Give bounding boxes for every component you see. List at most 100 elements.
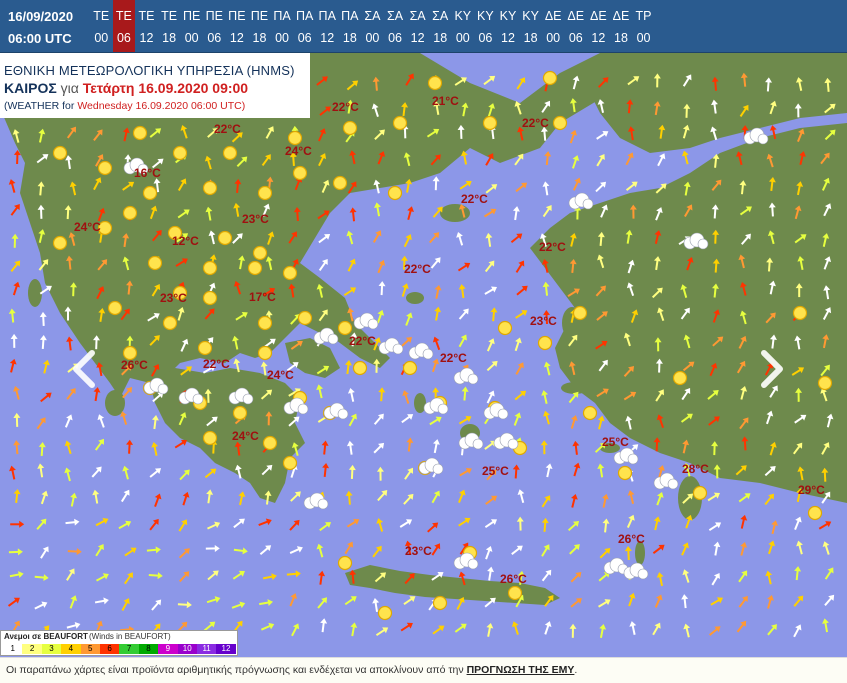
forecast-time-slots: ΤΕ00ΤΕ06ΤΕ12ΤΕ18ΠΕ00ΠΕ06ΠΕ12ΠΕ18ΠΑ00ΠΑ06… xyxy=(90,0,655,52)
weather-label: ΚΑΙΡΟΣ xyxy=(4,80,57,96)
slot-hour: 18 xyxy=(610,31,633,45)
sun-icon xyxy=(394,117,407,130)
sun-icon xyxy=(199,342,212,355)
sun-icon xyxy=(249,262,262,275)
sun-icon xyxy=(204,292,217,305)
sun-icon xyxy=(434,597,447,610)
temperature-label: 26°C xyxy=(500,572,527,586)
time-slot[interactable]: ΣΑ06 xyxy=(384,0,407,52)
sun-icon xyxy=(794,307,807,320)
legend-level: 12 xyxy=(216,644,235,654)
temperature-label: 26°C xyxy=(618,532,645,546)
time-slot[interactable]: ΣΑ12 xyxy=(406,0,429,52)
time-slot[interactable]: ΚΥ00 xyxy=(452,0,475,52)
time-slot[interactable]: ΚΥ18 xyxy=(519,0,542,52)
land-limnos xyxy=(440,204,470,222)
sun-icon xyxy=(134,127,147,140)
chevron-right-icon xyxy=(756,349,786,389)
time-slot[interactable]: ΣΑ18 xyxy=(429,0,452,52)
slot-hour: 00 xyxy=(180,31,203,45)
sun-icon xyxy=(619,467,632,480)
legend-level: 1 xyxy=(3,644,22,654)
slot-hour: 06 xyxy=(564,31,587,45)
slot-day: ΣΑ xyxy=(406,9,429,23)
time-slot[interactable]: ΤΡ00 xyxy=(632,0,655,52)
disclaimer-text: Οι παραπάνω χάρτες είναι προϊόντα αριθμη… xyxy=(6,664,577,676)
sun-icon xyxy=(234,407,247,420)
sun-icon xyxy=(819,377,832,390)
time-slot[interactable]: ΤΕ06 xyxy=(113,0,136,52)
temperature-label: 24°C xyxy=(232,429,259,443)
sun-icon xyxy=(299,312,312,325)
sun-icon xyxy=(339,322,352,335)
time-slot[interactable]: ΠΕ18 xyxy=(248,0,271,52)
temperature-label: 22°C xyxy=(203,357,230,371)
temperature-label: 22°C xyxy=(461,192,488,206)
temperature-label: 22°C xyxy=(440,351,467,365)
temperature-label: 22°C xyxy=(404,262,431,276)
sun-icon xyxy=(339,557,352,570)
sun-icon xyxy=(149,257,162,270)
legend-subtitle: (Winds in BEAUFORT) xyxy=(89,632,171,641)
current-date-time: 16/09/2020 06:00 UTC xyxy=(0,0,88,52)
forecast-time: Τετάρτη 16.09.2020 09:00 xyxy=(83,80,248,96)
time-slot[interactable]: ΠΕ12 xyxy=(226,0,249,52)
time-slot[interactable]: ΠΕ06 xyxy=(203,0,226,52)
time-slot[interactable]: ΠΕ00 xyxy=(180,0,203,52)
temperature-label: 12°C xyxy=(172,234,199,248)
time-slot[interactable]: ΤΕ 12 xyxy=(135,0,158,52)
sun-icon xyxy=(584,407,597,420)
slot-hour: 18 xyxy=(519,31,542,45)
time-slot[interactable]: ΔΕ12 xyxy=(587,0,610,52)
slot-hour: 18 xyxy=(429,31,452,45)
disclaimer-body: Οι παραπάνω χάρτες είναι προϊόντα αριθμη… xyxy=(6,664,464,676)
time-slot[interactable]: ΠΑ06 xyxy=(293,0,316,52)
slot-day: ΤΕ xyxy=(135,9,158,23)
slot-day: ΤΕ xyxy=(158,9,181,23)
current-date: 16/09/2020 xyxy=(8,9,73,24)
sun-icon xyxy=(674,372,687,385)
sun-icon xyxy=(54,237,67,250)
sun-icon xyxy=(499,322,512,335)
temperature-label: 22°C xyxy=(349,334,376,348)
sun-icon xyxy=(109,302,122,315)
slot-hour: 00 xyxy=(271,31,294,45)
time-slot[interactable]: ΠΑ00 xyxy=(271,0,294,52)
slot-hour: 06 xyxy=(474,31,497,45)
time-slot[interactable]: ΚΥ 06 xyxy=(474,0,497,52)
slot-hour: 06 xyxy=(203,31,226,45)
sun-icon xyxy=(694,487,707,500)
legend-level: 8 xyxy=(139,644,158,654)
previous-button[interactable] xyxy=(70,349,100,389)
sun-icon xyxy=(289,132,302,145)
time-slot[interactable]: ΣΑ00 xyxy=(361,0,384,52)
slot-hour: 12 xyxy=(226,31,249,45)
time-slot[interactable]: ΠΑ12 xyxy=(316,0,339,52)
slot-day: ΚΥ xyxy=(474,9,497,23)
temperature-label: 23°C xyxy=(242,212,269,226)
legend-title: Ανεμοι σε BEAUFORT xyxy=(4,632,88,641)
temperature-label: 22°C xyxy=(332,100,359,114)
time-slot[interactable]: ΔΕ00 xyxy=(542,0,565,52)
temperature-label: 16°C xyxy=(134,166,161,180)
time-slot[interactable]: ΠΑ18 xyxy=(339,0,362,52)
legend-level: 10 xyxy=(178,644,197,654)
emy-forecast-link[interactable]: ΠΡΟΓΝΩΣΗ ΤΗΣ ΕΜΥ xyxy=(467,664,575,676)
temperature-label: 23°C xyxy=(530,314,557,328)
legend-level: 5 xyxy=(81,644,100,654)
slot-day: ΚΥ xyxy=(452,9,475,23)
time-slot[interactable]: ΤΕ18 xyxy=(158,0,181,52)
sun-icon xyxy=(294,167,307,180)
time-slot[interactable]: ΤΕ00 xyxy=(90,0,113,52)
sun-icon xyxy=(259,317,272,330)
slot-hour: 12 xyxy=(135,31,158,45)
sun-icon xyxy=(254,247,267,260)
time-slot[interactable]: ΔΕ06 xyxy=(564,0,587,52)
time-slot[interactable]: ΔΕ18 xyxy=(610,0,633,52)
time-slot[interactable]: ΚΥ12 xyxy=(497,0,520,52)
next-button[interactable] xyxy=(756,349,786,389)
temperature-label: 28°C xyxy=(682,462,709,476)
sun-icon xyxy=(389,187,402,200)
sun-icon xyxy=(344,122,357,135)
temperature-label: 25°C xyxy=(482,464,509,478)
